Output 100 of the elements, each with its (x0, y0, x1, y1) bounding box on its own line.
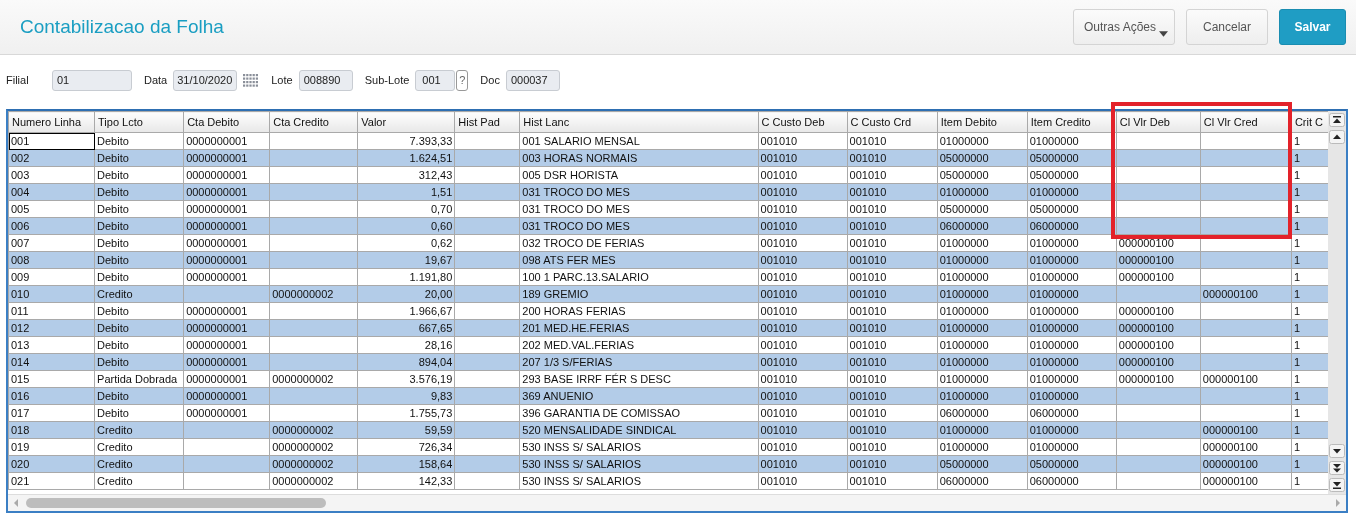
table-cell: Debito (94, 302, 184, 320)
input-field[interactable]: 000037 (505, 69, 560, 91)
table-cell: 530 INSS S/ SALARIOS (519, 472, 759, 490)
table-cell: 018 (8, 421, 95, 439)
input-field[interactable]: 008890 (298, 69, 353, 91)
table-cell: 0000000001 (183, 370, 270, 388)
column-header[interactable]: Hist Lanc (519, 111, 759, 133)
table-cell: 001010 (758, 285, 848, 303)
table-cell: 001010 (758, 319, 848, 337)
table-cell: 001010 (758, 234, 848, 252)
table-cell: Debito (94, 234, 184, 252)
table-row[interactable]: 019 Credito 0000000002 726,34 530 INSS S/ SALARIOS 001010 001010 01000000 01000000 000000100 1 (8, 438, 1328, 456)
table-cell: 01000000 (937, 353, 1028, 371)
column-header[interactable]: C Custo Deb (758, 111, 848, 133)
table-row[interactable]: 013 Debito 0000000001 28,16 202 MED.VAL.FERIAS 001010 001010 01000000 01000000 000000100 1 (8, 336, 1328, 354)
table-row[interactable]: 009 Debito 0000000001 1.191,80 100 1 PARC.13.SALARIO 001010 001010 01000000 01000000 000000100 1 (8, 268, 1328, 286)
table-cell: Debito (94, 353, 184, 371)
table-cell: 312,43 (357, 166, 455, 184)
input-field[interactable]: 001 (415, 69, 456, 91)
input-field[interactable]: 31/10/2020 (173, 69, 238, 91)
field-label: Filial (6, 74, 30, 86)
table-cell: 28,16 (357, 336, 455, 354)
table-cell: Debito (94, 217, 184, 235)
table-cell: 01000000 (1027, 387, 1117, 405)
table-cell: 01000000 (937, 336, 1028, 354)
column-header[interactable]: Crit C (1291, 111, 1328, 133)
table-cell: Debito (94, 336, 184, 354)
field-label: Doc (480, 74, 500, 86)
input-field[interactable]: 01 (52, 69, 132, 91)
table-cell: 530 INSS S/ SALARIOS (519, 438, 759, 456)
page-down-icon[interactable] (1329, 461, 1345, 475)
table-cell: 06000000 (1027, 404, 1117, 422)
table-cell: 001010 (758, 149, 848, 167)
column-header[interactable]: Valor (357, 111, 455, 133)
table-cell: 000000100 (1200, 455, 1292, 473)
table-cell: 01000000 (1027, 319, 1117, 337)
table-cell: 726,34 (357, 438, 455, 456)
column-header[interactable]: Hist Pad (454, 111, 520, 133)
horizontal-scrollbar[interactable] (8, 494, 1346, 511)
calendar-icon[interactable] (243, 73, 260, 87)
caret-icon (1158, 31, 1168, 37)
table-cell: 001010 (758, 455, 848, 473)
column-header[interactable]: Cl Vlr Deb (1116, 111, 1201, 133)
table-cell: 0000000001 (183, 353, 270, 371)
table-cell: 001010 (847, 302, 938, 320)
table-row[interactable]: 021 Credito 0000000002 142,33 530 INSS S/ SALARIOS 001010 001010 06000000 06000000 000000100 1 (8, 472, 1328, 490)
scroll-left-icon[interactable] (12, 498, 20, 508)
table-cell: 001010 (758, 183, 848, 201)
table-cell: 01000000 (937, 438, 1028, 456)
column-header[interactable]: Item Credito (1027, 111, 1117, 133)
scroll-to-top-icon[interactable] (1329, 113, 1345, 127)
table-cell: 000000100 (1116, 353, 1201, 371)
table-cell: Debito (94, 183, 184, 201)
table-cell: 005 DSR HORISTA (519, 166, 759, 184)
vertical-scrollbar[interactable] (1328, 111, 1346, 494)
table-cell: Credito (94, 421, 184, 439)
table-cell: 001010 (847, 438, 938, 456)
table-cell: 001010 (847, 166, 938, 184)
table-cell: 001010 (758, 200, 848, 218)
table-cell: 1,51 (357, 183, 455, 201)
table-cell: 530 INSS S/ SALARIOS (519, 455, 759, 473)
column-header[interactable]: Cta Debito (183, 111, 270, 133)
table-row[interactable]: 003 Debito 0000000001 312,43 005 DSR HORISTA 001010 001010 05000000 05000000 1 (8, 166, 1328, 184)
table-row[interactable]: 017 Debito 0000000001 1.755,73 396 GARANTIA DE COMISSAO 001010 001010 06000000 06000000 1 (8, 404, 1328, 422)
table-row[interactable]: 005 Debito 0000000001 0,70 031 TROCO DO MES 001010 001010 05000000 05000000 1 (8, 200, 1328, 218)
table-row[interactable]: 007 Debito 0000000001 0,62 032 TROCO DE FERIAS 001010 001010 01000000 01000000 000000100 1 (8, 234, 1328, 252)
table-cell: 0000000001 (183, 336, 270, 354)
table-row[interactable]: 001 Debito 0000000001 7.393,33 001 SALARIO MENSAL 001010 001010 01000000 01000000 1 (8, 132, 1328, 150)
scroll-down-icon[interactable] (1329, 444, 1345, 458)
column-header[interactable]: Item Debito (937, 111, 1028, 133)
table-row[interactable]: 015 Partida Dobrada 0000000001 0000000002 3.576,19 293 BASE IRRF FÉR S DESC 001010 001010 01000000 01000000 000000100 000000100 1 (8, 370, 1328, 388)
actions-dropdown-button[interactable]: Outras Ações (1072, 9, 1175, 45)
table-cell: 012 (8, 319, 95, 337)
table-cell: 0000000001 (183, 251, 270, 269)
table-cell: 06000000 (937, 472, 1028, 490)
table-cell: 0000000001 (183, 387, 270, 405)
table-cell: 7.393,33 (357, 132, 455, 150)
scrollbar-thumb[interactable] (26, 498, 326, 508)
table-cell: Debito (94, 268, 184, 286)
table-cell: 0000000001 (183, 404, 270, 422)
table-row[interactable]: 011 Debito 0000000001 1.966,67 200 HORAS FERIAS 001010 001010 01000000 01000000 000000100 1 (8, 302, 1328, 320)
table-cell: 158,64 (357, 455, 455, 473)
table-cell: 0,62 (357, 234, 455, 252)
scroll-up-icon[interactable] (1329, 130, 1345, 144)
scroll-right-icon[interactable] (1334, 498, 1342, 508)
column-header[interactable]: Numero Linha (8, 111, 95, 133)
table-cell: 031 TROCO DO MES (519, 200, 759, 218)
table-cell: 000000100 (1116, 336, 1201, 354)
table-cell: 031 TROCO DO MES (519, 183, 759, 201)
table-cell: 005 (8, 200, 95, 218)
table-cell: 142,33 (357, 472, 455, 490)
column-header[interactable]: C Custo Crd (847, 111, 938, 133)
scroll-to-bottom-icon[interactable] (1329, 478, 1345, 492)
help-button[interactable]: ? (456, 69, 469, 91)
column-header[interactable]: Tipo Lcto (94, 111, 184, 133)
column-header[interactable]: Cta Credito (269, 111, 358, 133)
cancel-button[interactable]: Cancelar (1185, 9, 1268, 45)
table-cell: 894,04 (357, 353, 455, 371)
table-cell: 0000000001 (183, 302, 270, 320)
table-cell: 000000100 (1200, 438, 1292, 456)
